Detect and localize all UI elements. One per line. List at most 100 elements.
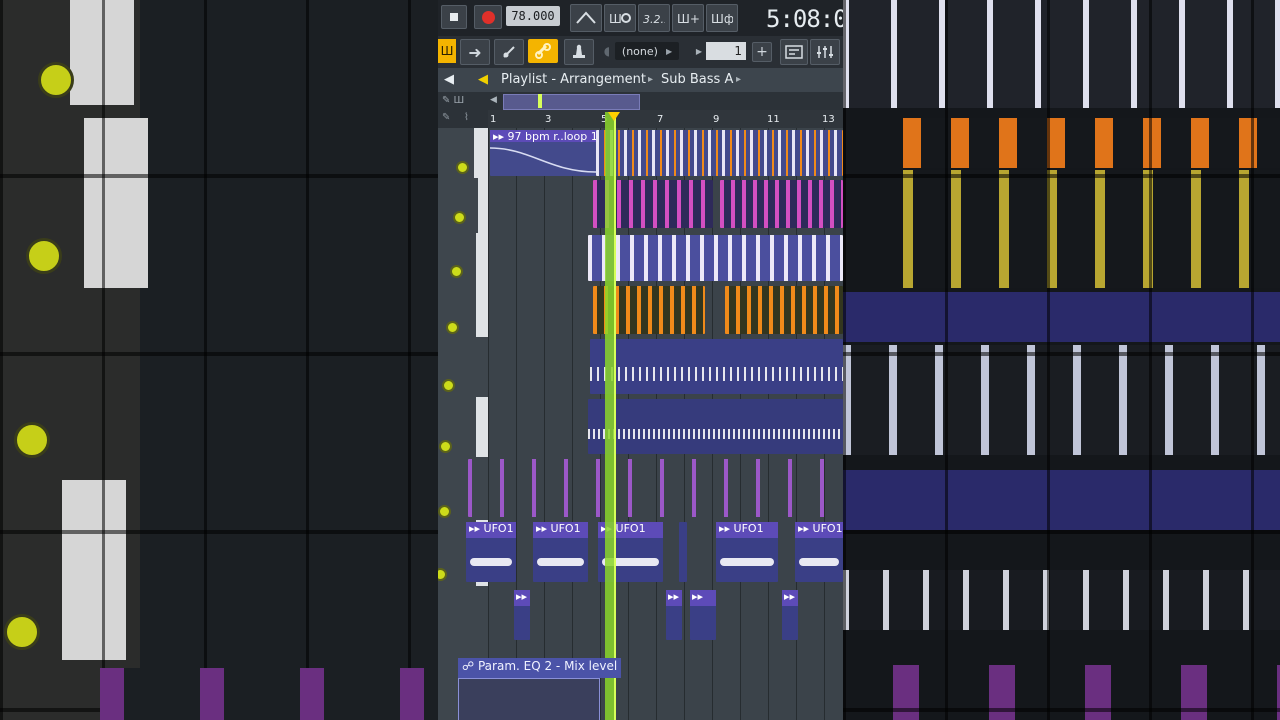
current-pattern-name[interactable]: Sub Bass A [661, 72, 733, 87]
track-color-strip [474, 128, 488, 178]
clip-header: ▸▸ UFO1 [466, 522, 516, 538]
countdown-button[interactable]: 3.2.1 [638, 4, 670, 32]
track-color-strip [476, 233, 488, 285]
ufo-clip[interactable]: ▸▸ UFO1 [533, 522, 588, 582]
playlist-icon [785, 45, 803, 59]
mixer-window-button[interactable] [810, 39, 840, 65]
track-header[interactable] [438, 397, 488, 458]
clip-waveform [470, 558, 512, 566]
step-decrease-button[interactable]: ▶ [694, 42, 704, 60]
short-clip[interactable]: ▸▸ [690, 590, 716, 640]
track-mute-led[interactable] [438, 505, 451, 518]
arrow-tool-button[interactable]: ➜ [460, 39, 490, 65]
short-clip[interactable]: ▸▸ [514, 590, 530, 640]
svg-text:Шф: Шф [711, 12, 733, 25]
pattern-clip-strip[interactable] [588, 399, 843, 454]
pattern-clip-strip[interactable] [588, 235, 843, 281]
blur-grid [843, 0, 1280, 720]
ufo-clip[interactable]: ▸▸ UFO1 [716, 522, 778, 582]
clip-header: ▸▸ UFO1 [716, 522, 778, 538]
playlist-titlebar: ◀︎ ◀︎ Playlist - Arrangement ▸ Sub Bass … [438, 68, 843, 92]
track-header[interactable] [438, 178, 488, 234]
background-blur-left [0, 0, 438, 720]
plus-icon: + [756, 44, 768, 60]
track-header[interactable] [438, 337, 488, 398]
automation-clip-name: Param. EQ 2 - Mix level [477, 659, 618, 673]
clip-waveform [720, 558, 774, 566]
clip-name: UFO1 [550, 522, 581, 535]
short-clip[interactable]: ▸▸ [666, 590, 682, 640]
audio-clip-strip[interactable] [596, 130, 843, 176]
pattern-clip-strip[interactable] [590, 339, 843, 394]
track-mute-led[interactable] [450, 265, 463, 278]
automation-clip-header[interactable]: ☍ Param. EQ 2 - Mix level [458, 658, 622, 678]
track-header[interactable] [438, 285, 488, 338]
playlist-overview-scrollbar[interactable]: ✎ Ш ◀ [438, 92, 843, 110]
automation-clip-body[interactable] [458, 678, 600, 720]
automation-icon: ☍ [462, 659, 475, 673]
playlist-window-button[interactable] [780, 39, 808, 65]
scrollbar-thumb[interactable] [503, 94, 640, 110]
loop-record-button[interactable]: Шф [706, 4, 738, 32]
track-header[interactable] [438, 233, 488, 286]
metronome-button[interactable] [570, 4, 602, 32]
background-blur-right [843, 0, 1280, 720]
blur-led [14, 422, 50, 458]
speaker-icon[interactable]: ◀︎ [444, 72, 454, 87]
step-value-field[interactable]: 1 [706, 42, 746, 60]
clip-waveform [799, 558, 839, 566]
slide-icon [503, 46, 515, 58]
wait-button[interactable]: Ш [604, 4, 636, 32]
blend-button[interactable]: Ш+ [672, 4, 704, 32]
record-button[interactable] [474, 5, 502, 29]
track-mute-led[interactable] [453, 211, 466, 224]
track-mute-led[interactable] [438, 568, 447, 581]
svg-text:3.2.1: 3.2.1 [643, 13, 665, 25]
stamp-tool-button[interactable] [564, 39, 594, 65]
ufo-clip[interactable]: ▸▸ UFO1 [795, 522, 843, 582]
bar-number: 1 [490, 114, 497, 125]
clip-header: ▸▸ [782, 590, 798, 606]
song-position-clock[interactable]: 5:08:0 [766, 5, 843, 33]
pattern-clip-strip[interactable] [720, 180, 843, 228]
bar-number: 3 [545, 114, 552, 125]
short-clip[interactable]: ▸▸ [782, 590, 798, 640]
clip-fragment[interactable] [679, 522, 687, 582]
clip-header: ▸▸ UFO1 [795, 522, 843, 538]
tempo-field[interactable]: 78.000 [506, 6, 560, 26]
stamp-icon [573, 44, 585, 58]
step-value: 1 [734, 44, 742, 58]
ufo-clip[interactable]: ▸▸ UFO1 [466, 522, 516, 582]
chevron-right-icon: ▶ [665, 46, 673, 56]
blur-led [26, 238, 62, 274]
clip-header: ▸▸ [690, 590, 716, 606]
playhead-marker[interactable] [608, 112, 620, 121]
brush-icon[interactable]: ⌇ [464, 112, 469, 123]
bar-number: 7 [657, 114, 664, 125]
pattern-clip-strip[interactable] [468, 459, 843, 517]
track-header[interactable] [438, 586, 488, 659]
step-increase-button[interactable]: + [752, 42, 772, 62]
track-header[interactable] [438, 128, 488, 179]
pattern-clip-strip[interactable] [725, 286, 843, 334]
track-mute-led[interactable] [446, 321, 459, 334]
clip-notes [588, 429, 843, 439]
svg-text:Ш: Ш [609, 12, 622, 25]
link-tool-button[interactable] [528, 39, 558, 63]
playlist-tracks: ▸▸ 97 bpm r..loop 17 ▸▸ UFO1 ▸▸ UFO1 UFO… [438, 128, 843, 720]
track-mute-led[interactable] [456, 161, 469, 174]
pattern-selector[interactable]: (none) ▶ [615, 42, 679, 60]
pencil-icon[interactable]: ✎ [442, 112, 450, 123]
track-mute-led[interactable] [439, 440, 452, 453]
playlist-title: Playlist - Arrangement [501, 72, 646, 87]
scroll-left-arrow[interactable]: ◀ [490, 95, 500, 107]
bar-number: 11 [767, 114, 780, 125]
audio-loop-clip[interactable]: ▸▸ 97 bpm r..loop 17 [490, 130, 596, 176]
metronome-icon [576, 11, 596, 24]
snap-button[interactable]: Ш [438, 39, 456, 63]
stop-button[interactable] [441, 5, 467, 29]
track-mute-led[interactable] [442, 379, 455, 392]
timeline-ruler[interactable]: 1 3 5 7 9 11 13 [488, 110, 843, 128]
slide-tool-button[interactable] [494, 39, 524, 65]
playhead-line [614, 112, 616, 720]
